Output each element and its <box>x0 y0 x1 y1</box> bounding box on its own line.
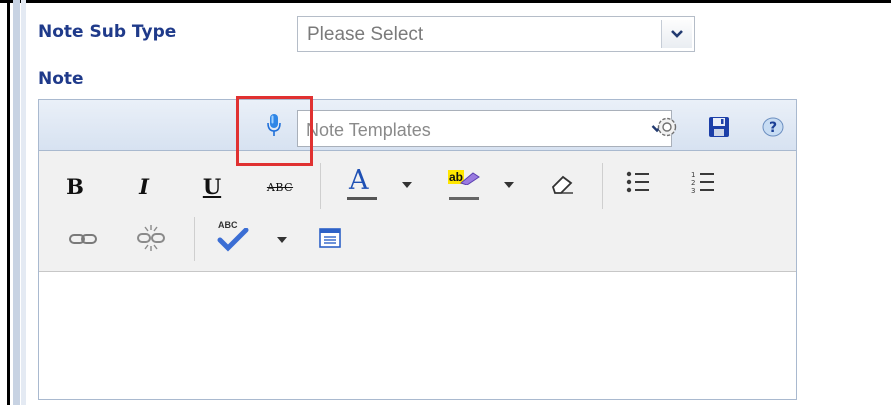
chevron-down-icon[interactable] <box>661 20 692 48</box>
highlight-dropdown-icon[interactable] <box>504 182 514 188</box>
note-editor: Note Templates ? B I U ABC A ab 1 2 3 AB… <box>38 99 797 400</box>
font-color-button[interactable]: A <box>343 165 379 203</box>
link-icon[interactable] <box>67 227 99 251</box>
editor-header: Note Templates ? <box>39 100 796 151</box>
toolbar-separator <box>194 217 195 261</box>
numbered-list-icon[interactable]: 1 2 3 <box>688 167 718 197</box>
svg-text:2: 2 <box>691 179 695 187</box>
highlight-color-button[interactable]: ab <box>445 165 481 203</box>
font-color-bar <box>347 197 377 200</box>
note-templates-placeholder: Note Templates <box>306 120 431 140</box>
save-icon[interactable] <box>706 114 732 140</box>
note-templates-select[interactable]: Note Templates <box>297 110 672 147</box>
svg-text:3: 3 <box>691 187 695 195</box>
settings-icon[interactable] <box>654 114 680 140</box>
highlight-color-bar <box>449 197 479 200</box>
page-border-top <box>0 0 891 3</box>
strikethrough-button[interactable]: ABC <box>262 177 298 197</box>
bold-button[interactable]: B <box>63 173 87 199</box>
font-color-dropdown-icon[interactable] <box>402 182 412 188</box>
svg-text:1: 1 <box>691 171 695 179</box>
note-sub-type-select[interactable]: Please Select <box>297 16 695 52</box>
bulleted-list-icon[interactable] <box>623 167 653 197</box>
spellcheck-dropdown-icon[interactable] <box>277 237 287 243</box>
svg-text:?: ? <box>769 120 777 136</box>
editor-toolbar: B I U ABC A ab 1 2 3 ABC <box>39 151 796 272</box>
unlink-icon[interactable] <box>135 223 167 253</box>
page-border-left <box>7 0 10 405</box>
spellcheck-icon[interactable]: ABC <box>215 219 251 255</box>
note-sub-type-label: Note Sub Type <box>38 22 177 42</box>
note-sub-type-value: Please Select <box>307 24 424 45</box>
note-content-area[interactable] <box>39 272 796 399</box>
eraser-icon[interactable] <box>547 169 577 199</box>
toolbar-separator <box>602 163 603 209</box>
note-label: Note <box>38 69 84 89</box>
source-icon[interactable] <box>317 225 343 251</box>
underline-button[interactable]: U <box>200 173 224 199</box>
toolbar-separator <box>320 163 321 209</box>
highlight-box <box>236 96 313 166</box>
italic-button[interactable]: I <box>132 173 156 199</box>
side-band <box>13 0 20 405</box>
side-band-inner <box>21 0 26 405</box>
help-icon[interactable]: ? <box>760 114 786 140</box>
font-color-label: A <box>349 165 369 196</box>
